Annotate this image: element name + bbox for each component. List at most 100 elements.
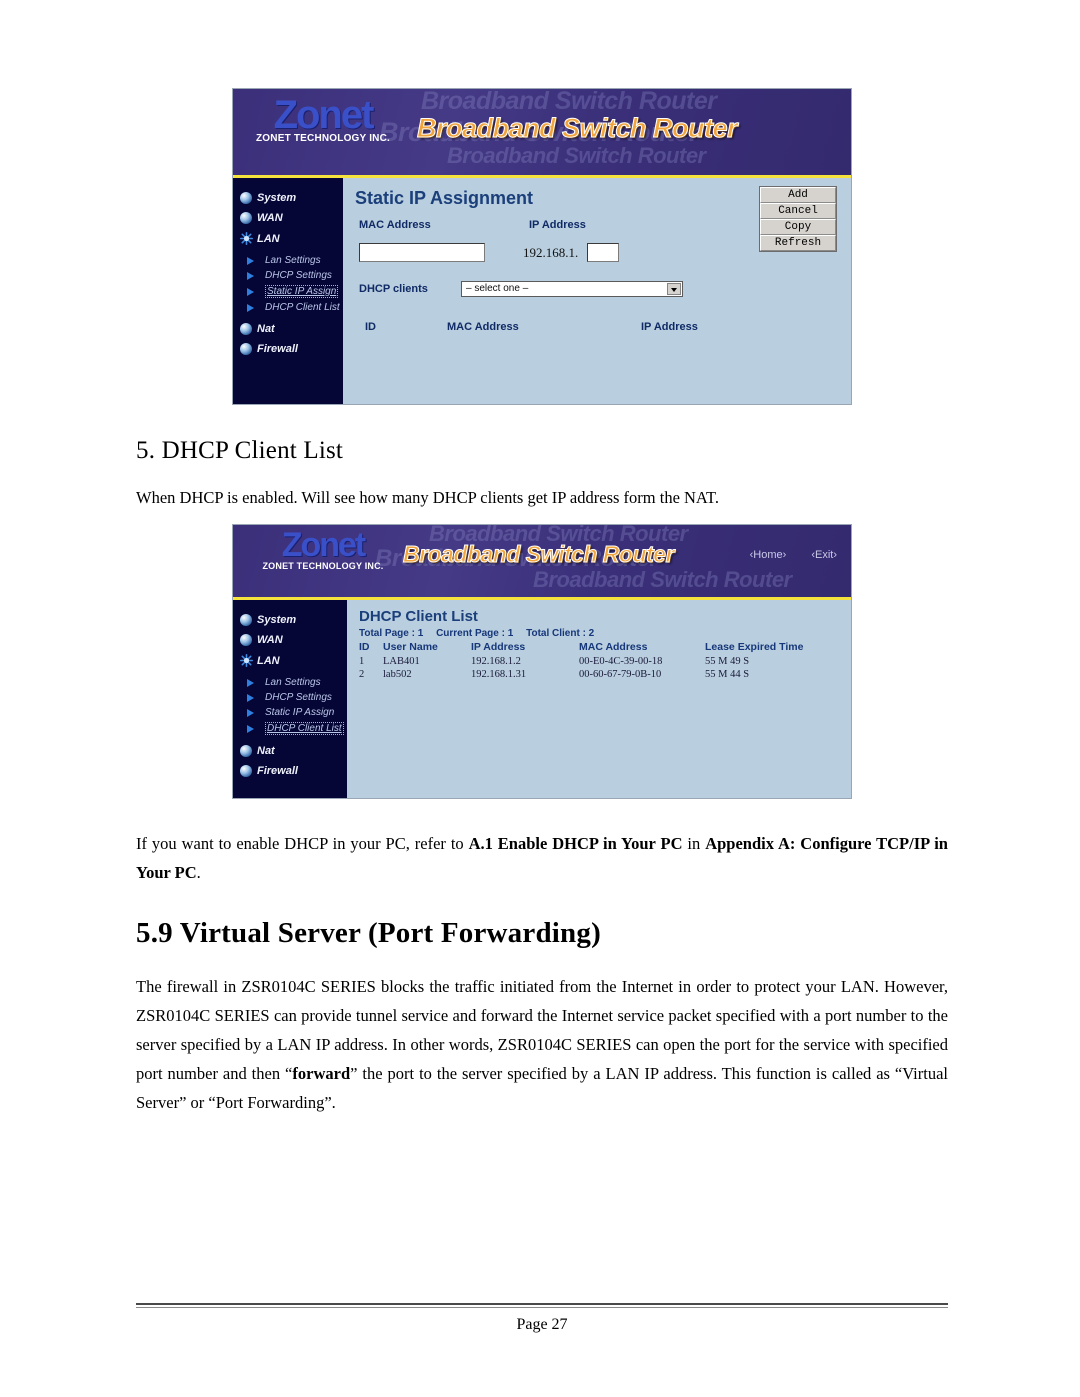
sidebar-item-firewall[interactable]: Firewall xyxy=(233,339,343,359)
zonet-wordmark: Zonet xyxy=(273,93,375,137)
page-title: DHCP Client List xyxy=(359,608,478,625)
table-header-ip-address: IP Address xyxy=(641,321,698,333)
star-burst-icon xyxy=(240,232,253,245)
banner-nav-links: ‹Home› ‹Exit› xyxy=(728,549,837,561)
page-footer: Page 27 xyxy=(136,1303,948,1334)
arrow-bullet-icon xyxy=(247,256,261,265)
router-banner: Broadband Switch Router Broadband Switch… xyxy=(233,525,851,597)
ip-last-octet-input[interactable] xyxy=(587,243,619,262)
cell-mac-address: 00-60-67-79-0B-10 xyxy=(579,669,662,680)
cancel-button[interactable]: Cancel xyxy=(760,203,836,219)
star-burst-icon xyxy=(240,654,253,667)
sidebar-item-nat[interactable]: Nat xyxy=(233,741,347,761)
globe-ball-icon xyxy=(240,765,252,777)
table-row: 2 lab502 192.168.1.31 00-60-67-79-0B-10 … xyxy=(359,668,839,681)
chevron-down-icon[interactable] xyxy=(667,283,681,295)
table-row: 1 LAB401 192.168.1.2 00-E0-4C-39-00-18 5… xyxy=(359,655,839,668)
arrow-bullet-icon xyxy=(247,287,261,296)
document-page: Broadband Switch Router Broadband Switch… xyxy=(0,0,1080,1397)
router-main-area: System WAN LAN Lan Settings DHCP Setting… xyxy=(233,600,851,798)
cell-ip-address: 192.168.1.31 xyxy=(471,669,527,680)
cell-ip-address: 192.168.1.2 xyxy=(471,656,521,667)
label-mac-address: MAC Address xyxy=(359,219,431,231)
globe-ball-icon xyxy=(240,614,252,626)
copy-button[interactable]: Copy xyxy=(760,219,836,235)
add-button[interactable]: Add xyxy=(760,187,836,203)
sidebar-item-label: Firewall xyxy=(257,343,298,355)
sidebar-item-static-ip-assign[interactable]: Static IP Assign xyxy=(247,283,343,300)
sidebar-item-label: DHCP Settings xyxy=(265,270,332,281)
arrow-bullet-icon xyxy=(247,271,261,280)
sidebar-item-static-ip-assign[interactable]: Static IP Assign xyxy=(247,705,347,720)
cell-lease-expired-time: 55 M 44 S xyxy=(705,669,750,680)
banner-ghost-text-bottom: Broadband Switch Router xyxy=(533,567,792,592)
appendix-text-end: . xyxy=(196,863,201,882)
table-header-lease-expired-time: Lease Expired Time xyxy=(705,641,804,653)
banner-ghost-text-bottom: Broadband Switch Router xyxy=(447,143,706,168)
globe-ball-icon xyxy=(240,323,252,335)
dhcp-client-list-content-panel: DHCP Client List Total Page : 1 Current … xyxy=(347,600,851,798)
static-ip-content-panel: Static IP Assignment MAC Address IP Addr… xyxy=(343,178,851,404)
cell-mac-address: 00-E0-4C-39-00-18 xyxy=(579,656,663,667)
sidebar-item-wan[interactable]: WAN xyxy=(233,630,347,650)
page-number: Page 27 xyxy=(516,1316,568,1333)
label-ip-address: IP Address xyxy=(529,219,586,231)
globe-ball-icon xyxy=(240,343,252,355)
sidebar-item-label: LAN xyxy=(257,232,280,245)
cell-id: 2 xyxy=(359,669,365,680)
banner-ghost-text-top: Broadband Switch Router xyxy=(421,89,717,115)
sidebar-item-lan-settings[interactable]: Lan Settings xyxy=(247,675,347,690)
sidebar-item-system[interactable]: System xyxy=(233,188,343,208)
sidebar-item-label: DHCP Client List xyxy=(265,722,344,735)
router-main-area: System WAN LAN Lan Settings DHCP Setting… xyxy=(233,178,851,404)
sidebar-item-lan[interactable]: LAN xyxy=(233,228,343,249)
home-link[interactable]: ‹Home› xyxy=(750,549,787,561)
mac-address-input[interactable] xyxy=(359,243,485,262)
sidebar-item-label: LAN xyxy=(257,654,280,667)
sidebar-item-dhcp-client-list[interactable]: DHCP Client List xyxy=(247,300,343,315)
label-dhcp-clients: DHCP clients xyxy=(359,283,428,295)
sidebar-item-lan[interactable]: LAN xyxy=(233,650,347,671)
arrow-bullet-icon xyxy=(247,303,261,312)
globe-ball-icon xyxy=(240,192,252,204)
sidebar-item-lan-settings[interactable]: Lan Settings xyxy=(247,253,343,268)
cell-id: 1 xyxy=(359,656,365,667)
paragraph-virtual-server: The firewall in ZSR0104C SERIES blocks t… xyxy=(136,972,948,1117)
sidebar-item-wan[interactable]: WAN xyxy=(233,208,343,228)
table-header-mac-address: MAC Address xyxy=(579,641,648,653)
sidebar-item-nat[interactable]: Nat xyxy=(233,319,343,339)
screenshot-static-ip-assignment: Broadband Switch Router Broadband Switch… xyxy=(232,88,852,405)
zonet-logo: Zonet ZONET TECHNOLOGY INC. xyxy=(243,528,403,572)
globe-ball-icon xyxy=(240,634,252,646)
sidebar-item-dhcp-settings[interactable]: DHCP Settings xyxy=(247,268,343,283)
sidebar-item-label: Nat xyxy=(257,745,275,757)
sidebar-item-label: Nat xyxy=(257,323,275,335)
exit-link[interactable]: ‹Exit› xyxy=(811,549,837,561)
dhcp-clients-select[interactable]: – select one – xyxy=(461,281,683,297)
sidebar-item-system[interactable]: System xyxy=(233,610,347,630)
sidebar-item-label: DHCP Settings xyxy=(265,692,332,703)
banner-product-title: Broadband Switch Router xyxy=(403,541,675,568)
dhcp-clients-select-value: – select one – xyxy=(466,283,529,294)
sidebar-item-firewall[interactable]: Firewall xyxy=(233,761,347,781)
table-header-mac-address: MAC Address xyxy=(447,321,519,333)
sidebar-item-label: System xyxy=(257,614,297,626)
sidebar-item-dhcp-client-list[interactable]: DHCP Client List xyxy=(247,720,347,737)
refresh-button[interactable]: Refresh xyxy=(760,235,836,251)
sidebar-item-label: WAN xyxy=(257,634,283,646)
virtual-bold-forward: forward xyxy=(292,1064,351,1083)
table-header-id: ID xyxy=(365,321,376,333)
table-header-row: ID User Name IP Address MAC Address Leas… xyxy=(359,641,839,655)
sidebar-item-label: Static IP Assign xyxy=(265,707,335,718)
total-client-label: Total Client : 2 xyxy=(526,628,595,639)
cell-lease-expired-time: 55 M 49 S xyxy=(705,656,750,667)
table-header-id: ID xyxy=(359,641,370,653)
current-page-label: Current Page : 1 xyxy=(436,628,514,639)
table-header-ip-address: IP Address xyxy=(471,641,526,653)
section-heading-dhcp-client-list: 5. DHCP Client List xyxy=(136,437,344,464)
sidebar-item-label: System xyxy=(257,192,297,204)
screenshot-dhcp-client-list: Broadband Switch Router Broadband Switch… xyxy=(232,524,852,799)
sidebar-item-dhcp-settings[interactable]: DHCP Settings xyxy=(247,690,347,705)
paragraph-dhcp-intro: When DHCP is enabled. Will see how many … xyxy=(136,488,720,507)
action-button-group: Add Cancel Copy Refresh xyxy=(759,186,837,252)
